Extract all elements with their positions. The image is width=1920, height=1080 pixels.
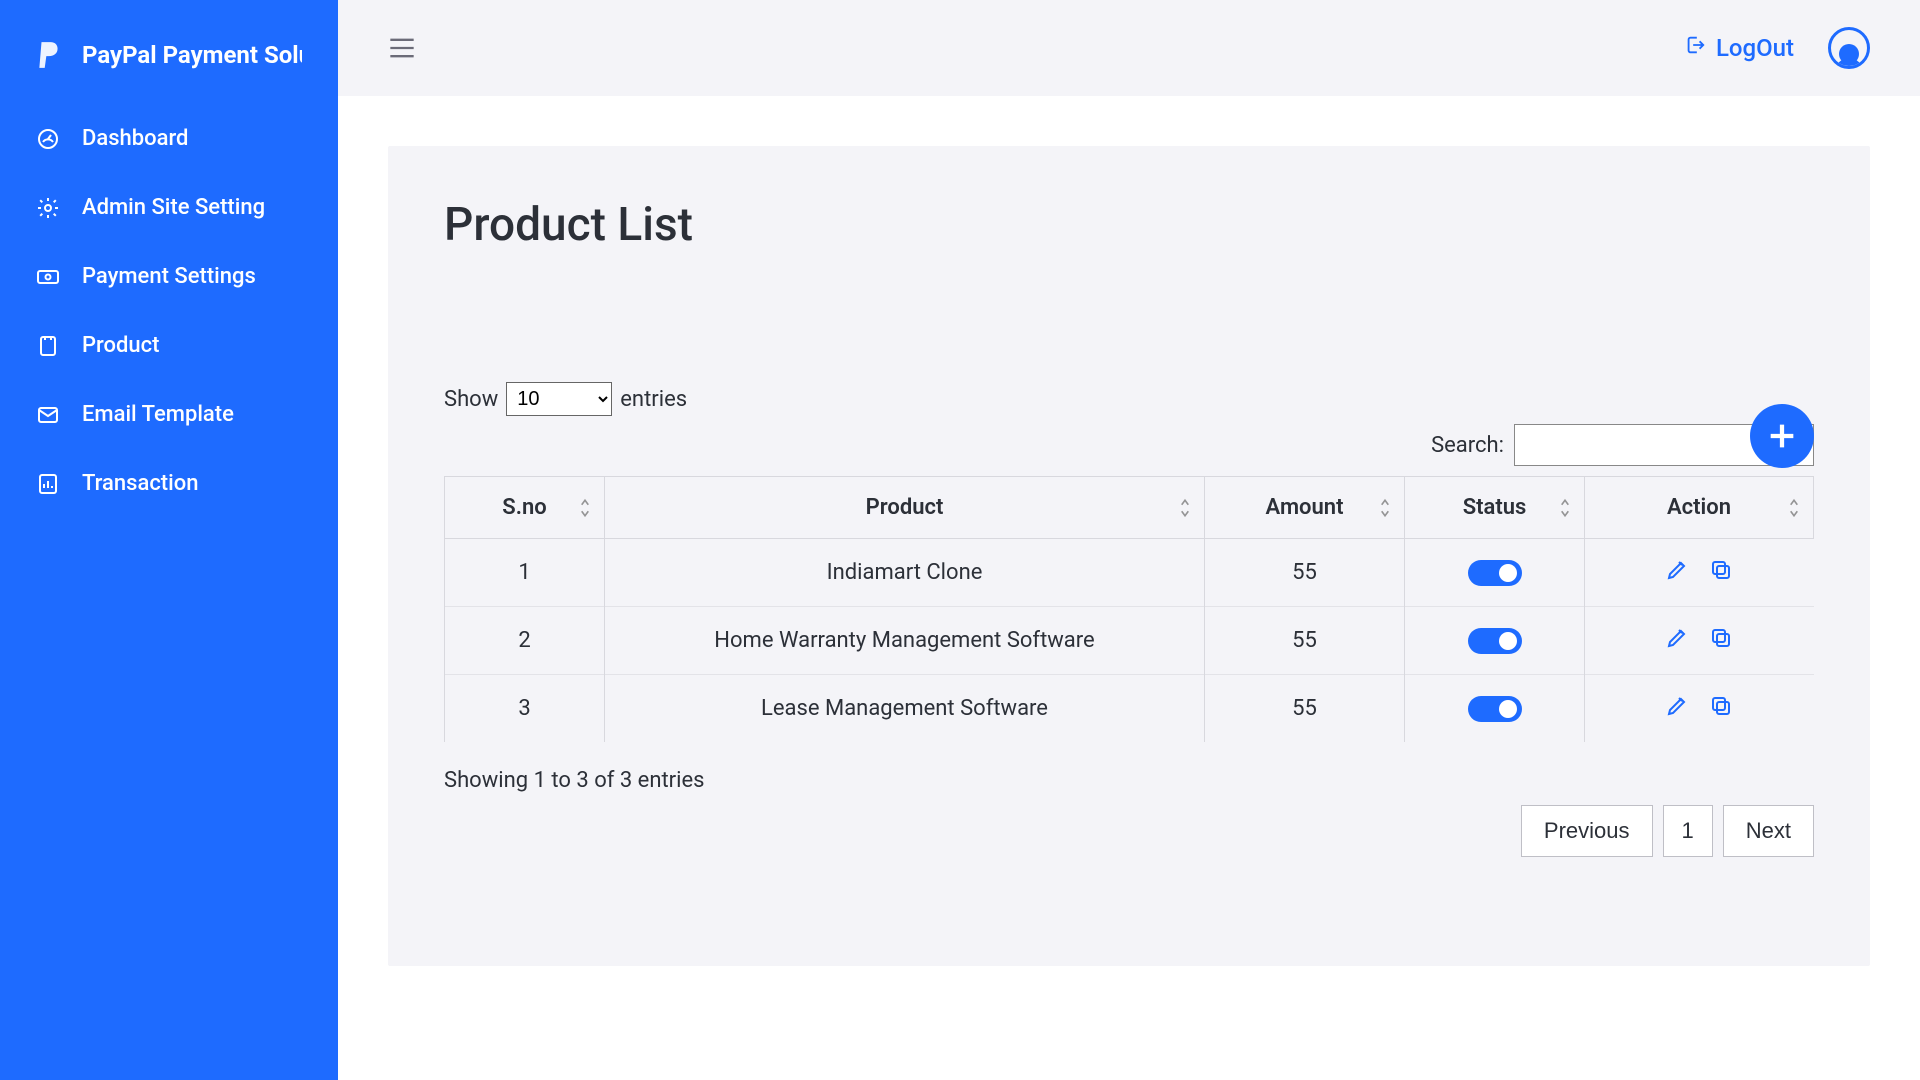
sidebar-item-label: Payment Settings [82,264,256,289]
th-sno[interactable]: S.no [445,477,605,539]
status-toggle[interactable] [1468,696,1522,722]
search-label: Search: [1431,433,1504,458]
menu-toggle-icon[interactable] [388,36,416,60]
sidebar-item-payment-settings[interactable]: Payment Settings [0,242,338,311]
copy-button[interactable] [1708,625,1734,651]
edit-button[interactable] [1664,693,1690,719]
previous-button[interactable]: Previous [1521,805,1653,857]
sort-icon [1378,497,1392,519]
logout-label: LogOut [1716,34,1794,62]
th-action[interactable]: Action [1585,477,1814,539]
sidebar-item-email-template[interactable]: Email Template [0,380,338,449]
payment-icon [36,265,60,289]
product-table: S.no Product Amount [444,476,1814,742]
sidebar-item-admin-site-setting[interactable]: Admin Site Setting [0,173,338,242]
sidebar-item-label: Email Template [82,402,234,427]
sidebar-item-product[interactable]: Product [0,311,338,380]
table-row: 2 Home Warranty Management Software 55 [445,607,1814,675]
th-product[interactable]: Product [605,477,1205,539]
sidebar-nav: Dashboard Admin Site Setting Payment Set… [0,100,338,518]
product-list-card: Product List Show 10 entries Search: [388,146,1870,966]
cell-sno: 1 [445,539,605,607]
content-area: Product List Show 10 entries Search: [338,96,1920,1016]
entries-select[interactable]: 10 [506,382,612,416]
sidebar-item-transaction[interactable]: Transaction [0,449,338,518]
edit-button[interactable] [1664,557,1690,583]
table-row: 3 Lease Management Software 55 [445,675,1814,743]
cell-amount: 55 [1205,539,1405,607]
sort-icon [578,497,592,519]
entries-control: Show 10 entries [444,382,1814,416]
copy-button[interactable] [1708,693,1734,719]
copy-button[interactable] [1708,557,1734,583]
cell-action [1585,607,1814,675]
cell-status [1405,607,1585,675]
cell-product: Lease Management Software [605,675,1205,743]
logout-link[interactable]: LogOut [1684,34,1794,62]
show-label-pre: Show [444,387,498,412]
cell-status [1405,675,1585,743]
table-row: 1 Indiamart Clone 55 [445,539,1814,607]
cell-product: Home Warranty Management Software [605,607,1205,675]
status-toggle[interactable] [1468,560,1522,586]
status-toggle[interactable] [1468,628,1522,654]
edit-button[interactable] [1664,625,1690,651]
mail-icon [36,403,60,427]
sidebar: PayPal Payment Solu Dashboard Admin Site… [0,0,338,1080]
next-button[interactable]: Next [1723,805,1814,857]
search-control: Search: [444,424,1814,466]
cell-amount: 55 [1205,607,1405,675]
th-status[interactable]: Status [1405,477,1585,539]
cell-sno: 3 [445,675,605,743]
cell-amount: 55 [1205,675,1405,743]
gear-icon [36,196,60,220]
table-info: Showing 1 to 3 of 3 entries [444,768,1814,793]
paypal-icon [36,40,62,70]
sort-icon [1787,497,1801,519]
brand: PayPal Payment Solu [0,10,338,100]
pagination: Previous 1 Next [444,805,1814,857]
sidebar-item-label: Transaction [82,471,198,496]
user-avatar[interactable] [1828,27,1870,69]
page-title: Product List [444,198,1814,252]
th-amount[interactable]: Amount [1205,477,1405,539]
page-number-button[interactable]: 1 [1663,805,1713,857]
add-product-button[interactable] [1750,404,1814,468]
dashboard-icon [36,127,60,151]
sidebar-item-dashboard[interactable]: Dashboard [0,104,338,173]
sidebar-item-label: Dashboard [82,126,188,151]
cell-action [1585,675,1814,743]
product-icon [36,334,60,358]
cell-status [1405,539,1585,607]
brand-title: PayPal Payment Solu [82,41,302,69]
cell-action [1585,539,1814,607]
sort-icon [1558,497,1572,519]
show-label-post: entries [620,387,687,412]
sidebar-item-label: Admin Site Setting [82,195,265,220]
transaction-icon [36,472,60,496]
main: LogOut Product List Show 10 entries [338,0,1920,1080]
cell-product: Indiamart Clone [605,539,1205,607]
sort-icon [1178,497,1192,519]
logout-icon [1684,34,1706,62]
topbar: LogOut [338,0,1920,96]
cell-sno: 2 [445,607,605,675]
sidebar-item-label: Product [82,333,159,358]
